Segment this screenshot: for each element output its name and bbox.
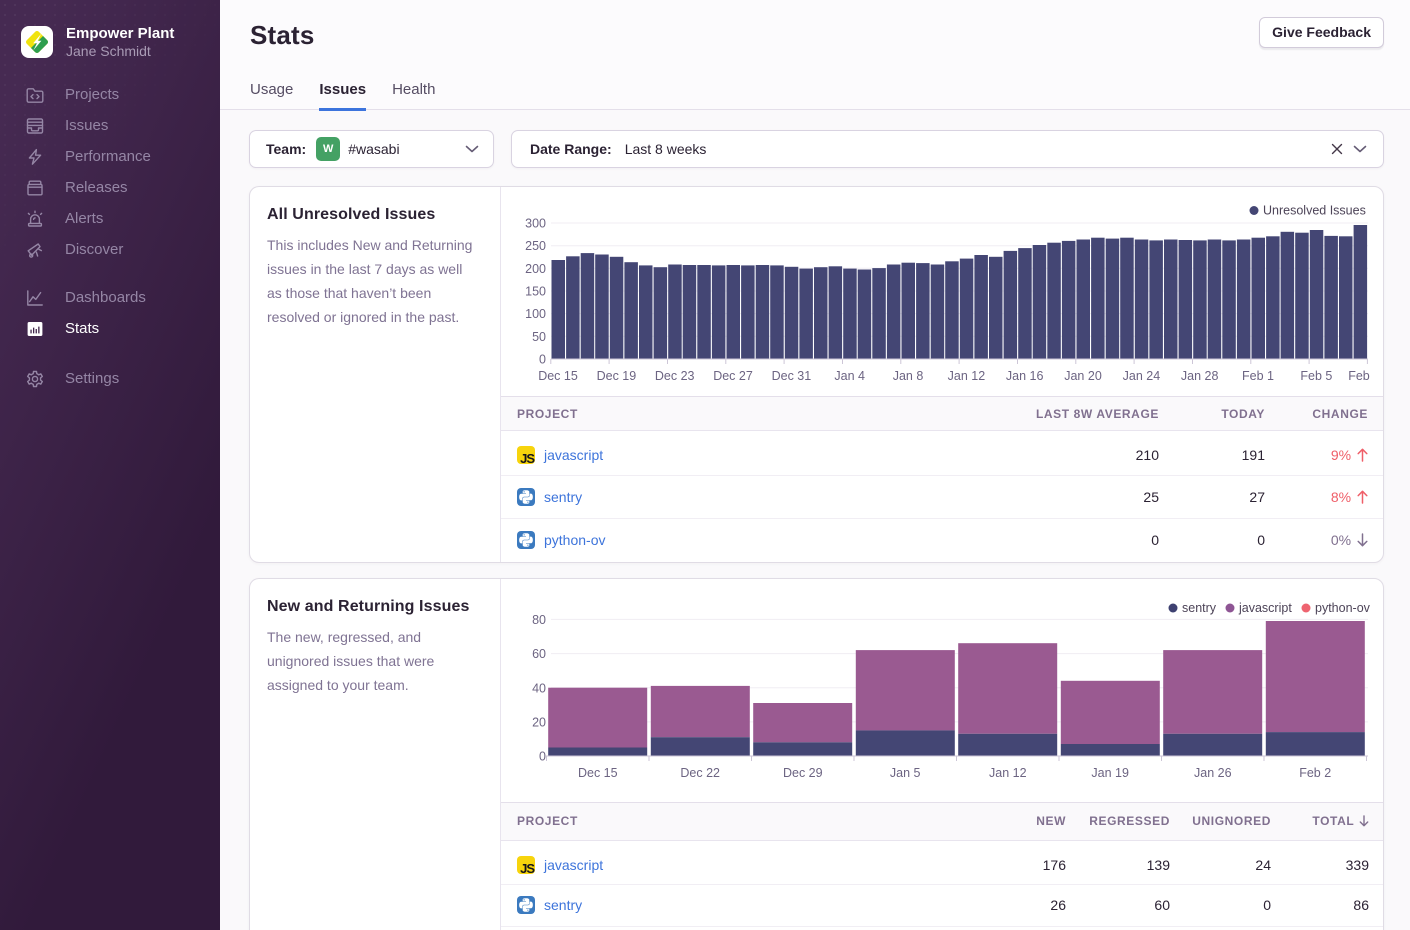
svg-text:Unresolved Issues: Unresolved Issues xyxy=(1263,204,1366,218)
svg-text:0: 0 xyxy=(539,749,546,763)
svg-text:Dec 31: Dec 31 xyxy=(772,369,812,383)
svg-text:sentry: sentry xyxy=(1182,601,1217,615)
svg-text:50: 50 xyxy=(532,330,546,344)
svg-text:Dec 27: Dec 27 xyxy=(713,369,753,383)
svg-text:Dec 15: Dec 15 xyxy=(538,369,578,383)
svg-text:Feb: Feb xyxy=(1348,369,1370,383)
svg-text:Dec 29: Dec 29 xyxy=(783,766,823,780)
svg-text:40: 40 xyxy=(532,681,546,695)
svg-text:Jan 12: Jan 12 xyxy=(989,766,1027,780)
svg-text:Jan 19: Jan 19 xyxy=(1091,766,1129,780)
svg-text:100: 100 xyxy=(525,307,546,321)
svg-text:Jan 20: Jan 20 xyxy=(1064,369,1102,383)
svg-text:Feb 1: Feb 1 xyxy=(1242,369,1274,383)
svg-text:python-ov: python-ov xyxy=(1315,601,1371,615)
svg-text:Dec 19: Dec 19 xyxy=(597,369,637,383)
svg-text:Feb 5: Feb 5 xyxy=(1300,369,1332,383)
svg-text:150: 150 xyxy=(525,285,546,299)
svg-text:Jan 8: Jan 8 xyxy=(893,369,924,383)
svg-text:300: 300 xyxy=(525,217,546,231)
svg-text:Dec 15: Dec 15 xyxy=(578,766,618,780)
svg-text:Jan 24: Jan 24 xyxy=(1123,369,1161,383)
svg-text:250: 250 xyxy=(525,239,546,253)
svg-text:Feb 2: Feb 2 xyxy=(1299,766,1331,780)
svg-text:Dec 22: Dec 22 xyxy=(680,766,720,780)
svg-text:javascript: javascript xyxy=(1238,601,1292,615)
svg-text:Jan 26: Jan 26 xyxy=(1194,766,1232,780)
svg-text:Jan 28: Jan 28 xyxy=(1181,369,1219,383)
svg-text:80: 80 xyxy=(532,612,546,626)
svg-text:Dec 23: Dec 23 xyxy=(655,369,695,383)
svg-text:60: 60 xyxy=(532,647,546,661)
svg-text:200: 200 xyxy=(525,262,546,276)
svg-text:Jan 16: Jan 16 xyxy=(1006,369,1044,383)
svg-text:20: 20 xyxy=(532,715,546,729)
svg-text:0: 0 xyxy=(539,353,546,367)
svg-text:Jan 5: Jan 5 xyxy=(890,766,921,780)
svg-text:Jan 4: Jan 4 xyxy=(834,369,865,383)
svg-text:Jan 12: Jan 12 xyxy=(948,369,986,383)
